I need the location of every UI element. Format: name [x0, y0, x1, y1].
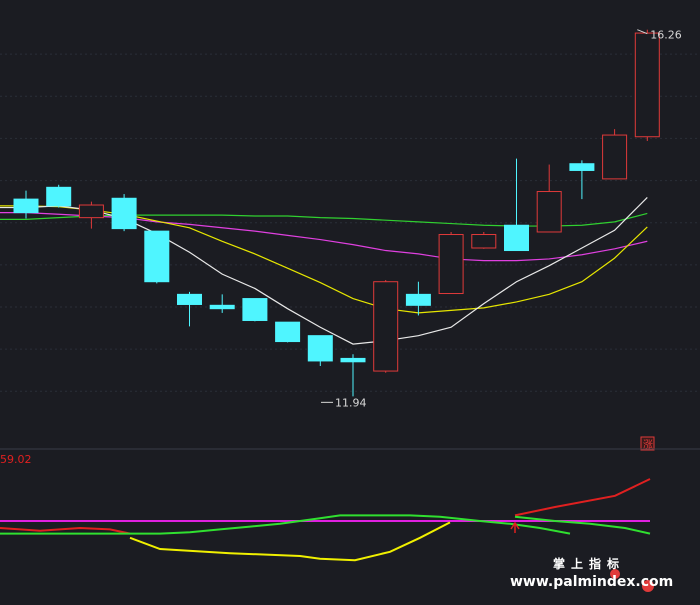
candle [471, 231, 497, 249]
price-annotations: 16.2611.94涨 [321, 29, 682, 451]
candle-body [209, 304, 235, 310]
stock-chart: 16.2611.94涨 59.02 掌上指标 www.palmindex.com [0, 29, 700, 592]
candle-body [242, 298, 268, 321]
grid [0, 53, 700, 392]
candle [405, 281, 431, 316]
candle [438, 231, 464, 295]
candle-body [144, 230, 170, 283]
candle-body [275, 321, 301, 343]
candle [46, 184, 72, 208]
candle-body [307, 335, 333, 362]
candle [78, 201, 104, 229]
high-price-label: 16.26 [650, 29, 682, 42]
candle [177, 291, 202, 327]
candle [209, 294, 235, 313]
candle-body [340, 357, 366, 363]
candle-body [602, 134, 628, 180]
watermark-chinese: 掌上指标 [553, 556, 625, 571]
candle [602, 129, 628, 180]
candle-body [504, 224, 529, 252]
candle [340, 354, 366, 397]
candle [569, 160, 595, 200]
candle-body [569, 163, 595, 171]
candle [373, 280, 399, 373]
chart-stage: 16.26 11.94 涨 59.02 掌上指标 www.palmindex.com [0, 0, 700, 605]
oscillator-line [514, 478, 651, 517]
candle-body [471, 234, 497, 249]
watermark-url: www.palmindex.com [510, 574, 673, 590]
candle [504, 158, 529, 252]
candle-body [373, 281, 399, 372]
candle-body [78, 204, 104, 219]
candle-body [405, 293, 431, 306]
candle-body [46, 186, 72, 207]
candle [111, 194, 137, 232]
oscillator-line [129, 521, 451, 562]
candle [242, 298, 268, 322]
candle [634, 29, 660, 141]
candle [13, 190, 39, 219]
candle-body [438, 234, 464, 295]
candle-body [177, 293, 202, 305]
candle [307, 335, 333, 366]
watermark: 掌上指标 www.palmindex.com [510, 556, 673, 590]
candle-body [13, 198, 39, 214]
candle [275, 321, 301, 343]
candle-body [111, 197, 137, 230]
oscillator-line [0, 514, 571, 535]
oscillator-value-label: 59.02 [0, 453, 32, 466]
oscillator-line [514, 515, 651, 535]
candle-body [634, 32, 660, 138]
candle [144, 230, 170, 284]
low-price-label: 11.94 [335, 396, 367, 409]
candle [536, 164, 562, 233]
candle-body [536, 191, 562, 233]
